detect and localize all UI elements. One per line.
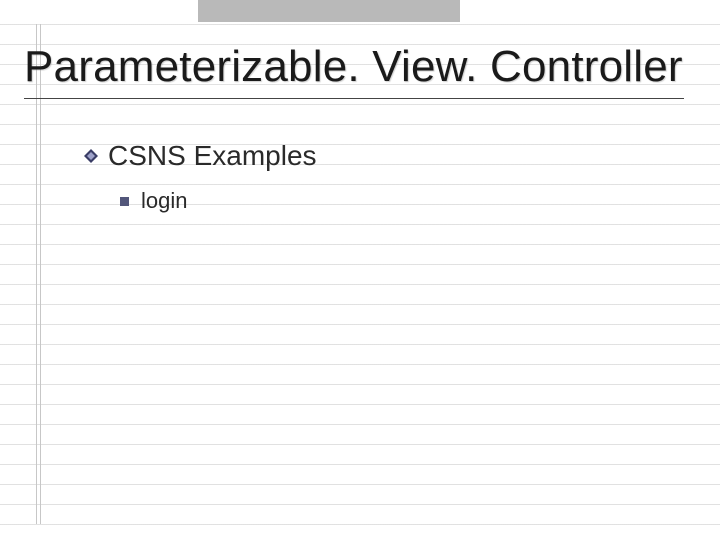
bullet-level-1-text: CSNS Examples <box>108 140 317 172</box>
notebook-ruled-background <box>0 24 720 540</box>
slide-top-shadow-bar <box>198 0 460 22</box>
bullet-level-1: CSNS Examples <box>84 140 317 172</box>
square-bullet-icon <box>120 197 129 206</box>
diamond-bullet-icon <box>84 149 98 163</box>
notebook-left-rule-inner <box>40 24 41 524</box>
slide-title: Parameterizable. View. Controller <box>24 42 683 92</box>
notebook-left-rule-outer <box>36 24 37 524</box>
slide-title-underline <box>24 98 684 99</box>
bullet-level-2: login <box>120 188 187 214</box>
bullet-level-2-text: login <box>141 188 187 214</box>
